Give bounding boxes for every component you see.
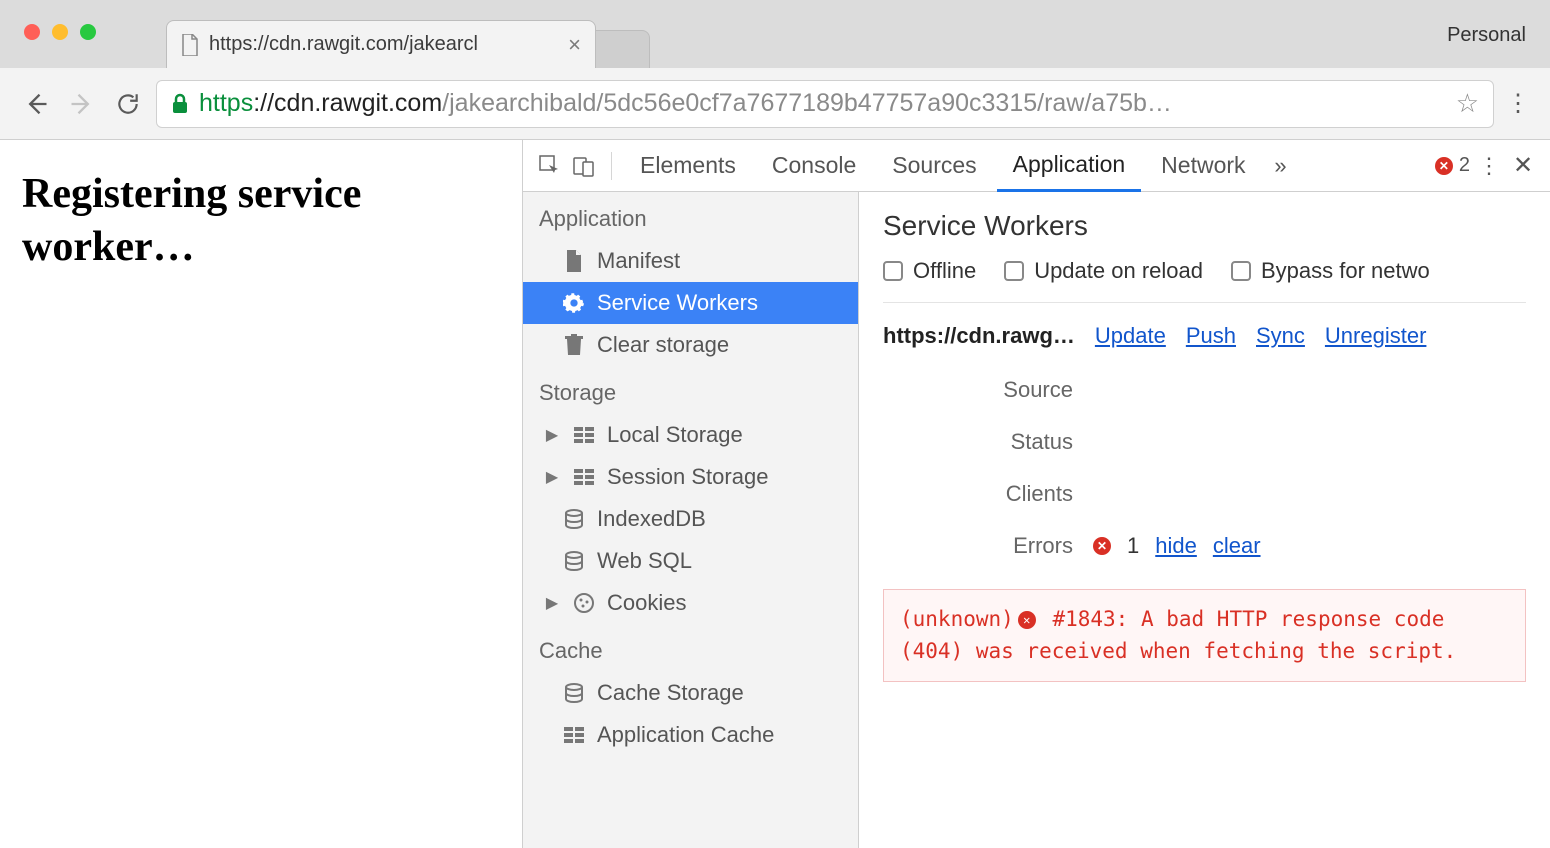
devtools-more-tabs-icon[interactable]: »: [1266, 151, 1296, 181]
sw-error-message: (unknown)✕ #1843: A bad HTTP response co…: [883, 589, 1526, 682]
devtools-tab-network[interactable]: Network: [1145, 140, 1261, 192]
sidebar-item-cache-storage[interactable]: Cache Storage: [523, 672, 858, 714]
devtools-tab-elements[interactable]: Elements: [624, 140, 752, 192]
maximize-window-button[interactable]: [80, 24, 96, 40]
error-icon: ✕: [1018, 611, 1036, 629]
page-content: Registering service worker…: [0, 140, 522, 848]
close-window-button[interactable]: [24, 24, 40, 40]
lock-icon: [171, 93, 189, 115]
sw-unregister-link[interactable]: Unregister: [1325, 323, 1426, 349]
sw-errors-label: Errors: [883, 533, 1093, 559]
inspect-element-icon[interactable]: [535, 151, 565, 181]
sw-errors-clear-link[interactable]: clear: [1213, 533, 1261, 559]
error-icon: ✕: [1435, 157, 1453, 175]
window-controls: [0, 0, 96, 40]
browser-tab[interactable]: https://cdn.rawgit.com/jakearcl ×: [166, 20, 596, 68]
sw-update-link[interactable]: Update: [1095, 323, 1166, 349]
tab-strip: https://cdn.rawgit.com/jakearcl ×: [166, 0, 650, 68]
back-button[interactable]: [18, 86, 54, 122]
sw-origin-row: https://cdn.rawg… Update Push Sync Unreg…: [883, 323, 1526, 349]
error-icon: ✕: [1093, 537, 1111, 555]
window-titlebar: https://cdn.rawgit.com/jakearcl × Person…: [0, 0, 1550, 68]
devtools-close-icon[interactable]: ✕: [1508, 151, 1538, 181]
document-icon: [563, 250, 585, 272]
sidebar-item-indexeddb[interactable]: IndexedDB: [523, 498, 858, 540]
sw-origin: https://cdn.rawg…: [883, 323, 1075, 349]
page-icon: [181, 34, 199, 56]
sidebar-group-storage: Storage: [523, 366, 858, 414]
caret-right-icon: ▶: [545, 425, 559, 445]
sw-sync-link[interactable]: Sync: [1256, 323, 1305, 349]
sidebar-item-manifest[interactable]: Manifest: [523, 240, 858, 282]
sidebar-item-local-storage[interactable]: ▶ Local Storage: [523, 414, 858, 456]
sidebar-item-service-workers[interactable]: Service Workers: [523, 282, 858, 324]
caret-right-icon: ▶: [545, 467, 559, 487]
caret-right-icon: ▶: [545, 593, 559, 613]
sw-bypass-network-checkbox[interactable]: Bypass for netwo: [1231, 258, 1430, 284]
sidebar-item-clear-storage[interactable]: Clear storage: [523, 324, 858, 366]
sidebar-item-session-storage[interactable]: ▶ Session Storage: [523, 456, 858, 498]
cookie-icon: [573, 592, 595, 614]
sw-errors-row: ✕ 1 hide clear: [1093, 533, 1526, 559]
devtools-toolbar: Elements Console Sources Application Net…: [523, 140, 1550, 192]
sw-options-row: Offline Update on reload Bypass for netw…: [883, 258, 1526, 303]
devtools-error-count[interactable]: ✕ 2: [1435, 154, 1470, 177]
devtools-tab-console[interactable]: Console: [756, 140, 872, 192]
sw-errors-hide-link[interactable]: hide: [1155, 533, 1197, 559]
gear-icon: [563, 292, 585, 314]
sidebar-item-web-sql[interactable]: Web SQL: [523, 540, 858, 582]
minimize-window-button[interactable]: [52, 24, 68, 40]
devtools-content: Service Workers Offline Update on reload…: [859, 192, 1550, 848]
sw-offline-checkbox[interactable]: Offline: [883, 258, 976, 284]
sidebar-group-cache: Cache: [523, 624, 858, 672]
tab-close-icon[interactable]: ×: [568, 32, 581, 58]
forward-button[interactable]: [64, 86, 100, 122]
sidebar-item-application-cache[interactable]: Application Cache: [523, 714, 858, 756]
sw-source-label: Source: [883, 377, 1093, 403]
trash-icon: [563, 334, 585, 356]
device-toggle-icon[interactable]: [569, 151, 599, 181]
browser-toolbar: https://cdn.rawgit.com/jakearchibald/5dc…: [0, 68, 1550, 140]
devtools-settings-icon[interactable]: ⋮: [1474, 151, 1504, 181]
sw-error-count: 1: [1127, 533, 1139, 559]
sidebar-group-application: Application: [523, 192, 858, 240]
reload-button[interactable]: [110, 86, 146, 122]
url-text: https://cdn.rawgit.com/jakearchibald/5dc…: [199, 89, 1172, 118]
address-bar[interactable]: https://cdn.rawgit.com/jakearchibald/5dc…: [156, 80, 1494, 128]
sidebar-item-cookies[interactable]: ▶ Cookies: [523, 582, 858, 624]
devtools-panel: Elements Console Sources Application Net…: [522, 140, 1550, 848]
devtools-tab-sources[interactable]: Sources: [876, 140, 992, 192]
devtools-tab-application[interactable]: Application: [997, 140, 1142, 192]
table-icon: [563, 724, 585, 746]
bookmark-star-icon[interactable]: ☆: [1456, 88, 1479, 119]
browser-menu-button[interactable]: ⋮: [1504, 89, 1532, 118]
sw-clients-label: Clients: [883, 481, 1093, 507]
database-icon: [563, 550, 585, 572]
profile-label[interactable]: Personal: [1447, 24, 1526, 47]
database-icon: [563, 682, 585, 704]
tab-title: https://cdn.rawgit.com/jakearcl: [209, 33, 558, 56]
new-tab-button[interactable]: [590, 30, 650, 68]
page-heading: Registering service worker…: [22, 168, 500, 273]
service-workers-title: Service Workers: [883, 210, 1526, 242]
sw-update-on-reload-checkbox[interactable]: Update on reload: [1004, 258, 1203, 284]
sw-status-label: Status: [883, 429, 1093, 455]
sw-push-link[interactable]: Push: [1186, 323, 1236, 349]
table-icon: [573, 424, 595, 446]
table-icon: [573, 466, 595, 488]
devtools-sidebar: Application Manifest Service Workers Cle…: [523, 192, 859, 848]
database-icon: [563, 508, 585, 530]
